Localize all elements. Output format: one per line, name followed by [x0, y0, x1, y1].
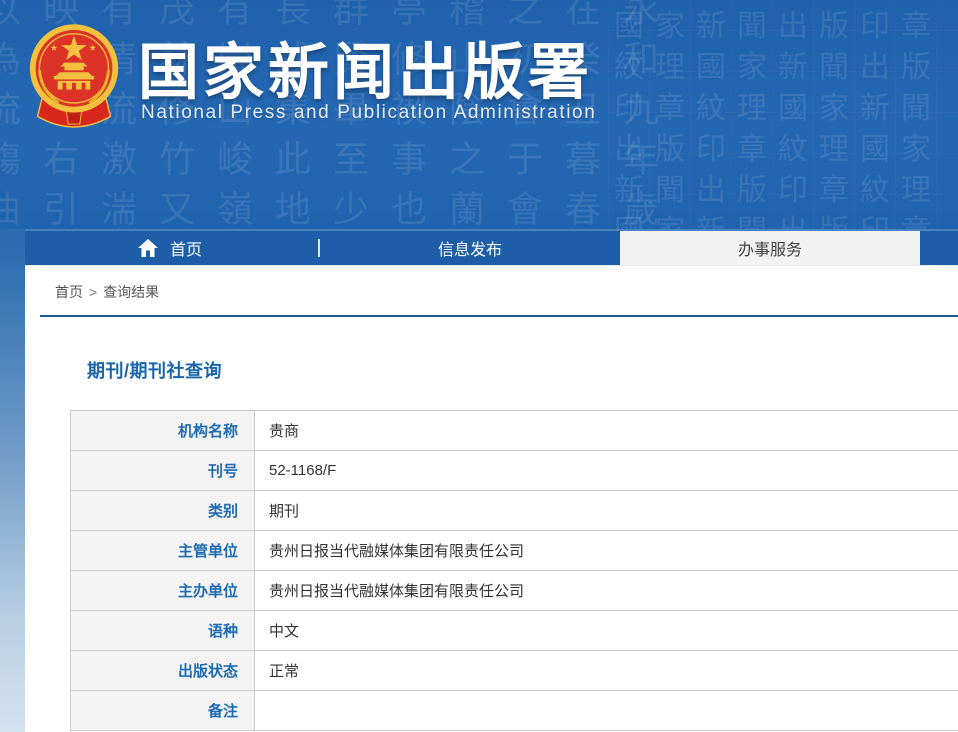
- row-value: 贵州日报当代融媒体集团有限责任公司: [254, 570, 958, 611]
- table-row: 语种 中文: [70, 610, 958, 651]
- breadcrumb-separator: >: [89, 284, 98, 300]
- nav-item-info-release[interactable]: 信息发布: [410, 231, 530, 265]
- site-title: 国家新闻出版署: [138, 38, 594, 106]
- row-value: 中文: [254, 610, 958, 651]
- site-subtitle: National Press and Publication Administr…: [141, 102, 597, 123]
- row-label: 主管单位: [70, 530, 255, 571]
- national-emblem-logo[interactable]: [26, 20, 122, 136]
- nav-item-home[interactable]: 首页: [138, 231, 202, 265]
- row-label: 机构名称: [70, 410, 255, 451]
- page-title: 期刊/期刊社查询: [87, 361, 223, 381]
- nav-item-info-release-label: 信息发布: [437, 242, 502, 259]
- main-nav: 首页 信息发布 办事服务: [25, 229, 958, 265]
- row-value: 52-1168/F: [254, 450, 958, 491]
- breadcrumb-current: 查询结果: [103, 284, 160, 300]
- content-panel: 首页 > 查询结果 期刊/期刊社查询 机构名称 贵商 刊号 52-1168/F 类别…: [25, 265, 958, 732]
- table-row: 主管单位 贵州日报当代融媒体集团有限责任公司: [70, 530, 958, 571]
- table-row: 类别 期刊: [70, 490, 958, 531]
- table-row: 机构名称 贵商: [70, 410, 958, 451]
- nav-item-services-label: 办事服务: [737, 242, 802, 259]
- breadcrumb-divider-line: [40, 315, 958, 317]
- query-result-table: 机构名称 贵商 刊号 52-1168/F 类别 期刊 主管单位 贵州日报当代融媒…: [70, 410, 958, 731]
- breadcrumb: 首页 > 查询结果: [25, 266, 958, 302]
- row-value: 期刊: [254, 490, 958, 531]
- header-watermark-seal-grid: 國家新聞出版印章紋理國家新聞出版印章紋理國家新聞出版印章紋理國家新聞出版印章紋理…: [608, 0, 958, 229]
- row-label: 语种: [70, 610, 255, 651]
- nav-item-services-active-tab[interactable]: 办事服务: [620, 231, 920, 265]
- site-header: 永和九年歲在癸丑暮春之初會于會稽山陰之蘭亭修禊事也群賢畢至少長咸集此地有崇山峻嶺…: [0, 0, 958, 229]
- nav-item-home-label: 首页: [170, 242, 203, 259]
- row-label: 主办单位: [70, 570, 255, 611]
- row-label: 出版状态: [70, 650, 255, 691]
- row-value: 贵州日报当代融媒体集团有限责任公司: [254, 530, 958, 571]
- row-label: 刊号: [70, 450, 255, 491]
- row-label: 类别: [70, 490, 255, 531]
- table-row: 刊号 52-1168/F: [70, 450, 958, 491]
- row-value: 贵商: [254, 410, 958, 451]
- row-value: [254, 690, 958, 731]
- nav-divider: [318, 239, 320, 257]
- national-emblem-icon: [29, 24, 119, 128]
- table-row: 主办单位 贵州日报当代融媒体集团有限责任公司: [70, 570, 958, 611]
- table-row: 出版状态 正常: [70, 650, 958, 691]
- home-icon: [138, 239, 158, 257]
- row-value: 正常: [254, 650, 958, 691]
- row-label: 备注: [70, 690, 255, 731]
- breadcrumb-home-link[interactable]: 首页: [55, 284, 83, 300]
- table-row: 备注: [70, 690, 958, 731]
